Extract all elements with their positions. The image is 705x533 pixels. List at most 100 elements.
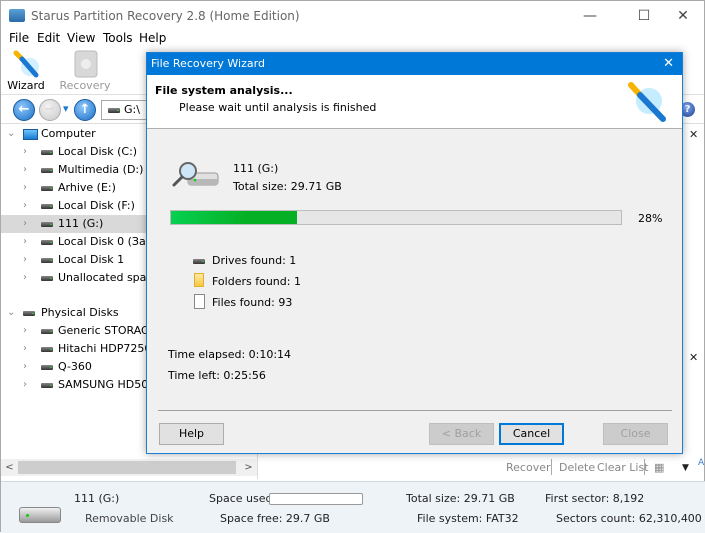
expand-chevron-icon[interactable]: › bbox=[23, 376, 27, 394]
recovery-button[interactable]: Recovery bbox=[59, 49, 111, 93]
space-used-bar bbox=[269, 493, 363, 505]
drive-icon bbox=[108, 108, 120, 113]
folders-found: Folders found: 1 bbox=[212, 275, 301, 288]
menu-file[interactable]: File bbox=[9, 31, 29, 45]
tree-label: Computer bbox=[41, 127, 96, 140]
panel-close-icon-2[interactable]: ✕ bbox=[689, 351, 698, 364]
tree-node-drive[interactable]: › Multimedia (D:) bbox=[1, 161, 149, 179]
back-button[interactable]: < Back bbox=[429, 423, 494, 445]
file-system: File system: FAT32 bbox=[417, 512, 519, 525]
menu-edit[interactable]: Edit bbox=[37, 31, 60, 45]
expand-chevron-icon[interactable]: › bbox=[23, 251, 27, 269]
scroll-left-icon[interactable]: < bbox=[1, 459, 18, 476]
dialog-heading: File system analysis... bbox=[155, 84, 293, 97]
tree-node-drive[interactable]: › Local Disk (C:) bbox=[1, 143, 149, 161]
arrow-left-icon: ← bbox=[18, 102, 30, 117]
separator bbox=[644, 459, 645, 475]
drive-icon bbox=[41, 240, 53, 245]
expand-chevron-icon[interactable]: › bbox=[23, 358, 27, 376]
tree-node-disk[interactable]: › Generic STORAGE D bbox=[1, 322, 149, 340]
file-actions-bar: Recover Delete Clear List ▦ ▼ A bbox=[501, 456, 705, 478]
tree-node-drive[interactable]: › Local Disk (F:) bbox=[1, 197, 149, 215]
separator bbox=[551, 459, 552, 475]
tree-node-drive[interactable]: › Arhive (E:) bbox=[1, 179, 149, 197]
expand-chevron-icon[interactable]: › bbox=[23, 322, 27, 340]
expand-chevron-icon[interactable]: › bbox=[23, 215, 27, 233]
forward-nav-button[interactable]: → bbox=[39, 99, 61, 121]
tree-node-drive[interactable]: › Local Disk 0 (Зарез bbox=[1, 233, 149, 251]
expand-chevron-icon[interactable]: › bbox=[23, 340, 27, 358]
expand-chevron-icon[interactable]: › bbox=[23, 143, 27, 161]
first-sector: First sector: 8,192 bbox=[545, 492, 645, 505]
menu-help[interactable]: Help bbox=[139, 31, 166, 45]
expand-chevron-icon[interactable]: › bbox=[23, 197, 27, 215]
menu-tools[interactable]: Tools bbox=[103, 31, 133, 45]
tree-node-drive-selected[interactable]: › 111 (G:) bbox=[1, 215, 149, 233]
expand-chevron-icon[interactable]: › bbox=[23, 179, 27, 197]
progress-fill bbox=[171, 211, 297, 224]
tree-node-disk[interactable]: › Hitachi HDP725016 bbox=[1, 340, 149, 358]
cancel-button[interactable]: Cancel bbox=[499, 423, 564, 445]
windows-drive-icon bbox=[41, 150, 53, 155]
view-dropdown-icon[interactable]: ▼ bbox=[682, 463, 689, 473]
address-bar[interactable]: G:\ bbox=[101, 100, 151, 120]
collapse-chevron-icon[interactable]: ⌄ bbox=[7, 125, 15, 143]
panel-close-icon[interactable]: ✕ bbox=[689, 128, 698, 141]
tree-label: Unallocated space bbox=[58, 271, 149, 284]
recovery-label: Recovery bbox=[59, 79, 111, 92]
tree-label: Local Disk 0 (Зарез bbox=[58, 235, 149, 248]
tree-label: Physical Disks bbox=[41, 306, 119, 319]
folder-icon bbox=[194, 273, 204, 287]
tree-label: Hitachi HDP725016 bbox=[58, 342, 149, 355]
computer-icon bbox=[23, 129, 38, 140]
scrollbar-thumb[interactable] bbox=[18, 461, 236, 474]
dialog-close-icon[interactable]: ✕ bbox=[663, 53, 674, 75]
dialog-title-bar: File Recovery Wizard ✕ bbox=[147, 53, 682, 75]
tree-node-drive[interactable]: › Unallocated space bbox=[1, 269, 149, 287]
title-bar: Starus Partition Recovery 2.8 (Home Edit… bbox=[1, 1, 704, 31]
tree-horizontal-scrollbar[interactable]: < > bbox=[1, 459, 257, 476]
wizard-button[interactable]: Wizard bbox=[1, 49, 51, 93]
drive-icon bbox=[41, 258, 53, 263]
drives-found: Drives found: 1 bbox=[212, 254, 297, 267]
expand-chevron-icon[interactable]: › bbox=[23, 233, 27, 251]
drive-icon bbox=[41, 204, 53, 209]
time-left: Time left: 0:25:56 bbox=[168, 369, 266, 382]
expand-chevron-icon[interactable]: › bbox=[23, 161, 27, 179]
clear-list-action[interactable]: Clear List bbox=[597, 461, 649, 474]
sectors-count: Sectors count: 62,310,400 bbox=[556, 512, 702, 525]
close-button[interactable]: ✕ bbox=[660, 1, 705, 31]
arrow-right-icon: → bbox=[44, 102, 56, 117]
tree-node-drive[interactable]: › Local Disk 1 bbox=[1, 251, 149, 269]
delete-action[interactable]: Delete bbox=[559, 461, 595, 474]
analyzed-total-size: Total size: 29.71 GB bbox=[233, 180, 342, 193]
recover-action[interactable]: Recover bbox=[506, 461, 551, 474]
disk-icon bbox=[23, 311, 35, 316]
help-button[interactable]: Help bbox=[159, 423, 224, 445]
tree-label: Arhive (E:) bbox=[58, 181, 116, 194]
sort-az-icon[interactable]: A bbox=[698, 458, 704, 468]
collapse-chevron-icon[interactable]: ⌄ bbox=[7, 304, 15, 322]
drive-icon bbox=[41, 276, 53, 281]
history-dropdown-icon[interactable]: ▾ bbox=[63, 102, 69, 115]
close-dialog-button[interactable]: Close bbox=[603, 423, 668, 445]
menu-view[interactable]: View bbox=[67, 31, 95, 45]
disk-icon bbox=[41, 365, 53, 370]
dialog-title: File Recovery Wizard bbox=[151, 57, 265, 70]
minimize-button[interactable]: — bbox=[567, 1, 613, 31]
disk-icon bbox=[41, 383, 53, 388]
back-nav-button[interactable]: ← bbox=[13, 99, 35, 121]
wizard-wand-icon bbox=[10, 49, 42, 79]
file-recovery-wizard-dialog: File Recovery Wizard ✕ File system analy… bbox=[146, 52, 683, 454]
tree-node-disk[interactable]: › SAMSUNG HD502H bbox=[1, 376, 149, 394]
expand-chevron-icon[interactable]: › bbox=[23, 269, 27, 287]
app-icon bbox=[9, 9, 25, 22]
scroll-right-icon[interactable]: > bbox=[240, 459, 257, 476]
tree-node-disk[interactable]: › Q-360 bbox=[1, 358, 149, 376]
view-mode-icon[interactable]: ▦ bbox=[654, 461, 664, 474]
removable-drive-icon bbox=[19, 507, 61, 523]
analysis-progress-bar bbox=[170, 210, 622, 225]
tree-node-physical-disks[interactable]: ⌄ Physical Disks bbox=[1, 304, 149, 322]
up-nav-button[interactable]: ↑ bbox=[74, 99, 96, 121]
tree-node-computer[interactable]: ⌄ Computer bbox=[1, 125, 149, 143]
